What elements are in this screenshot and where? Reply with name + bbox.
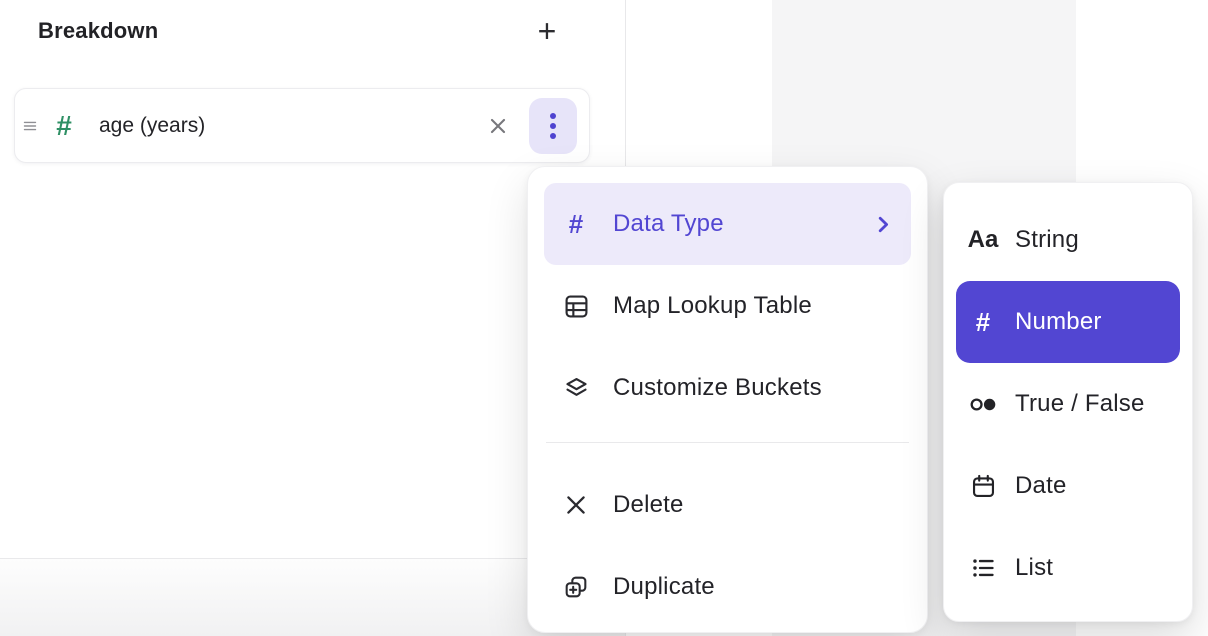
- menu-item-customize-buckets[interactable]: Customize Buckets: [544, 347, 911, 429]
- submenu-item-string[interactable]: Aa String: [956, 199, 1180, 281]
- submenu-item-list[interactable]: List: [956, 527, 1180, 609]
- app-canvas: Breakdown + # age (years) # Data Type Ma…: [0, 0, 1208, 636]
- submenu-item-true-false[interactable]: True / False: [956, 363, 1180, 445]
- drag-handle-icon[interactable]: [22, 119, 38, 133]
- submenu-item-label: Number: [1015, 308, 1102, 336]
- field-options-button[interactable]: [529, 98, 577, 154]
- chevron-right-icon: [878, 216, 889, 233]
- menu-item-label: Map Lookup Table: [613, 292, 812, 320]
- breakdown-title: Breakdown: [38, 18, 158, 44]
- submenu-item-date[interactable]: Date: [956, 445, 1180, 527]
- calendar-icon: [964, 473, 1002, 500]
- menu-item-map-lookup-table[interactable]: Map Lookup Table: [544, 265, 911, 347]
- list-icon: [964, 555, 1002, 581]
- kebab-icon: [549, 112, 557, 140]
- menu-item-delete[interactable]: Delete: [544, 464, 911, 546]
- menu-divider: [546, 442, 909, 443]
- number-type-icon: #: [47, 110, 81, 142]
- submenu-item-label: List: [1015, 554, 1053, 582]
- menu-item-label: Duplicate: [613, 573, 715, 601]
- duplicate-icon: [561, 574, 591, 600]
- menu-item-data-type[interactable]: # Data Type: [544, 183, 911, 265]
- field-name: age (years): [99, 114, 205, 138]
- layers-icon: [561, 375, 591, 402]
- x-icon: [561, 492, 591, 518]
- remove-field-button[interactable]: [484, 112, 512, 140]
- number-type-icon: #: [964, 307, 1002, 338]
- data-type-submenu: Aa String # Number True / False Date Lis…: [943, 182, 1193, 622]
- submenu-item-label: True / False: [1015, 390, 1145, 418]
- close-icon: [486, 114, 510, 138]
- menu-item-label: Data Type: [613, 210, 724, 238]
- add-breakdown-button[interactable]: +: [528, 12, 566, 50]
- submenu-item-label: String: [1015, 226, 1079, 254]
- string-type-icon: Aa: [964, 226, 1002, 254]
- hash-icon: #: [561, 209, 591, 240]
- true-false-icon: [964, 397, 1002, 412]
- field-options-menu: # Data Type Map Lookup Table Customize B…: [527, 166, 928, 633]
- menu-item-label: Customize Buckets: [613, 374, 822, 402]
- submenu-item-label: Date: [1015, 472, 1067, 500]
- submenu-item-number[interactable]: # Number: [956, 281, 1180, 363]
- menu-item-duplicate[interactable]: Duplicate: [544, 546, 911, 628]
- menu-item-label: Delete: [613, 491, 684, 519]
- table-icon: [561, 293, 591, 320]
- breakdown-field-card[interactable]: # age (years): [14, 88, 590, 163]
